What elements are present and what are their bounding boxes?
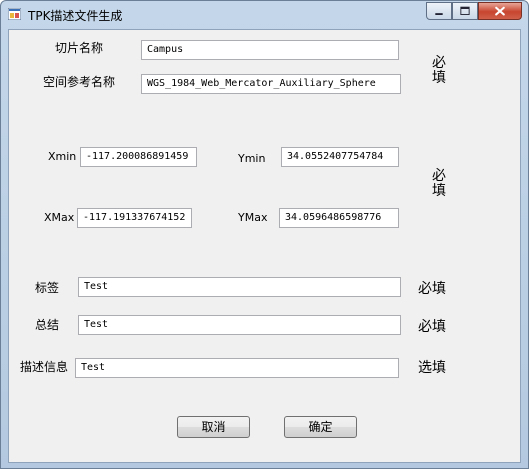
xmin-label: Xmin [48,150,77,163]
maximize-icon [460,6,470,15]
slice-name-label: 切片名称 [55,41,104,55]
window-title: TPK描述文件生成 [28,9,123,23]
title-bar[interactable]: TPK描述文件生成 [1,1,528,27]
app-icon [8,8,21,20]
summary-required-note: 必填 [418,319,446,335]
tags-required-note: 必填 [418,281,446,297]
ymax-label: YMax [238,211,268,224]
spatial-ref-label: 空间参考名称 [43,75,116,89]
required-label-coords: 必填 [432,168,446,199]
description-label: 描述信息 [20,360,69,374]
slice-name-input[interactable]: Campus [141,40,399,60]
ymin-label: Ymin [238,152,266,165]
ok-button[interactable]: 确定 [284,416,357,438]
description-input[interactable]: Test [75,358,399,378]
form-panel: 切片名称 Campus 空间参考名称 WGS_1984_Web_Mercator… [8,29,521,463]
tags-label: 标签 [35,281,60,295]
spatial-ref-input[interactable]: WGS_1984_Web_Mercator_Auxiliary_Sphere [141,74,401,94]
close-icon [495,6,505,16]
ymax-input[interactable]: 34.0596486598776 [279,208,399,228]
required-label-top: 必填 [432,55,446,86]
xmin-input[interactable]: -117.200086891459 [80,147,197,167]
maximize-button[interactable] [452,2,478,20]
tags-input[interactable]: Test [78,277,401,297]
close-button[interactable] [478,2,522,20]
xmax-label: XMax [44,211,75,224]
app-window: TPK描述文件生成 切片名称 Campus 空间参考名称 WGS_1984_We… [0,0,529,469]
summary-input[interactable]: Test [78,315,401,335]
minimize-button[interactable] [426,2,452,20]
summary-label: 总结 [35,318,60,332]
minimize-icon [435,13,443,15]
ymin-input[interactable]: 34.0552407754784 [281,147,399,167]
cancel-button[interactable]: 取消 [177,416,250,438]
xmax-input[interactable]: -117.191337674152 [77,208,192,228]
description-optional-note: 选填 [418,360,446,376]
